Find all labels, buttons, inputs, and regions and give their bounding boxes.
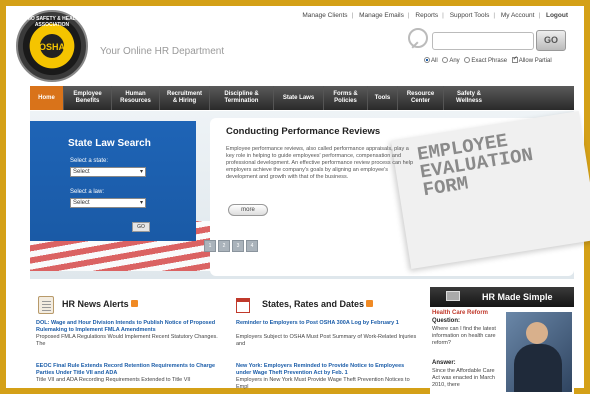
pager-button-3[interactable]: 3 [232, 240, 244, 252]
toplink-my-account[interactable]: My Account [501, 12, 535, 19]
nav-home[interactable]: Home [30, 86, 64, 110]
newspaper-icon [38, 296, 54, 314]
state-law-title: State Law Search [68, 138, 151, 149]
pager-button-4[interactable]: 4 [246, 240, 258, 252]
rates-title-text: States, Rates and Dates [262, 299, 365, 309]
nav-discipline-termination[interactable]: Discipline & Termination [210, 86, 274, 110]
businessman-photo [506, 312, 572, 392]
option-partial-label: Allow Partial [518, 58, 552, 64]
rates-item-2-text: Employers in New York Must Provide Wage … [236, 377, 410, 390]
nav-tools[interactable]: Tools [368, 86, 398, 110]
answer-label: Answer: [432, 360, 456, 366]
feature-body: Employee performance reviews, also calle… [226, 146, 414, 180]
search-icon [408, 28, 428, 48]
checkbox-allow-partial[interactable] [511, 55, 518, 63]
law-select-label: Select a law: [70, 189, 105, 195]
option-all-label: All [431, 58, 438, 64]
search-go-button[interactable]: GO [536, 30, 566, 51]
photo-head [526, 322, 548, 344]
main-nav: Home Employee Benefits Human Resources R… [30, 86, 574, 110]
news-item-1-text: Proposed FMLA Regulations Would Implemen… [36, 334, 218, 347]
search-option-any[interactable]: Any [442, 57, 460, 64]
osha-logo[interactable]: OHIO SAFETY & HEALTH ASSOCIATION OSHA [16, 10, 88, 82]
feature-title[interactable]: Conducting Performance Reviews [226, 126, 380, 137]
radio-exact-phrase[interactable] [464, 57, 471, 63]
toplink-support-tools[interactable]: Support Tools [450, 12, 490, 19]
news-item-2-link[interactable]: EEOC Final Rule Extends Record Retention… [36, 363, 220, 377]
nav-state-laws[interactable]: State Laws [274, 86, 324, 110]
question-text: Where can I find the latest information … [432, 326, 496, 346]
search-option-exact[interactable]: Exact Phrase [464, 57, 508, 64]
tagline: Your Online HR Department [100, 46, 225, 57]
rss-icon[interactable] [366, 300, 374, 307]
law-select[interactable]: Select [70, 198, 146, 208]
nav-human-resources[interactable]: Human Resources [112, 86, 160, 110]
radio-any[interactable] [442, 57, 449, 63]
calendar-icon [236, 298, 250, 313]
hr-made-simple-title: HR Made Simple [482, 292, 553, 302]
pager-button-1[interactable]: 1 [204, 240, 216, 252]
radio-all[interactable] [424, 57, 430, 63]
nav-employee-benefits[interactable]: Employee Benefits [64, 86, 112, 110]
hr-topic-link[interactable]: Health Care Reform [432, 310, 488, 316]
rates-item-2-link[interactable]: New York: Employers Reminded to Provide … [236, 363, 420, 377]
feature-pager: 1 2 3 4 [204, 240, 258, 252]
nav-resource-center[interactable]: Resource Center [398, 86, 444, 110]
top-links: Manage Clients | Manage Emails | Reports | … [302, 12, 568, 19]
option-any-label: Any [449, 58, 460, 64]
logo-text: OSHA [38, 42, 65, 52]
rates-item-1-link[interactable]: Reminder to Employers to Post OSHA 300A … [236, 320, 420, 327]
toplink-reports[interactable]: Reports [415, 12, 438, 19]
answer-text: Since the Affordable Care Act was enacte… [432, 368, 495, 388]
pager-button-2[interactable]: 2 [218, 240, 230, 252]
logo-ring-text: OHIO SAFETY & HEALTH ASSOCIATION [21, 16, 83, 28]
news-title-text: HR News Alerts [62, 299, 129, 309]
rss-icon[interactable] [130, 300, 138, 307]
search-option-all[interactable]: All [424, 57, 438, 64]
search-option-partial[interactable]: Allow Partial [511, 55, 552, 64]
rates-item-1-text: Employers Subject to OSHA Must Post Summ… [236, 334, 417, 347]
news-item-1-link[interactable]: DOL: Wage and Hour Division Intends to P… [36, 320, 220, 334]
nav-recruitment-hiring[interactable]: Recruitment & Hiring [160, 86, 210, 110]
nav-forms-policies[interactable]: Forms & Policies [324, 86, 368, 110]
more-button[interactable]: more [228, 204, 268, 216]
toplink-manage-clients[interactable]: Manage Clients [302, 12, 347, 19]
rates-title: States, Rates and Dates [262, 299, 374, 309]
search-input[interactable] [432, 32, 534, 50]
state-select-label: Select a state: [70, 158, 109, 164]
toplink-logout[interactable]: Logout [546, 12, 568, 19]
state-select[interactable]: Select [70, 167, 146, 177]
state-law-go-button[interactable]: GO [132, 222, 150, 232]
toplink-manage-emails[interactable]: Manage Emails [359, 12, 404, 19]
option-exact-label: Exact Phrase [471, 58, 508, 64]
search-options: All Any Exact Phrase Allow Partial [424, 55, 555, 64]
nav-safety-wellness[interactable]: Safety & Wellness [444, 86, 494, 110]
question-label: Question: [432, 318, 460, 324]
news-item-2-text: Title VII and ADA Recording Requirements… [36, 377, 191, 383]
news-title: HR News Alerts [62, 299, 138, 309]
photo-suit [514, 344, 562, 392]
monitor-icon [446, 291, 460, 301]
